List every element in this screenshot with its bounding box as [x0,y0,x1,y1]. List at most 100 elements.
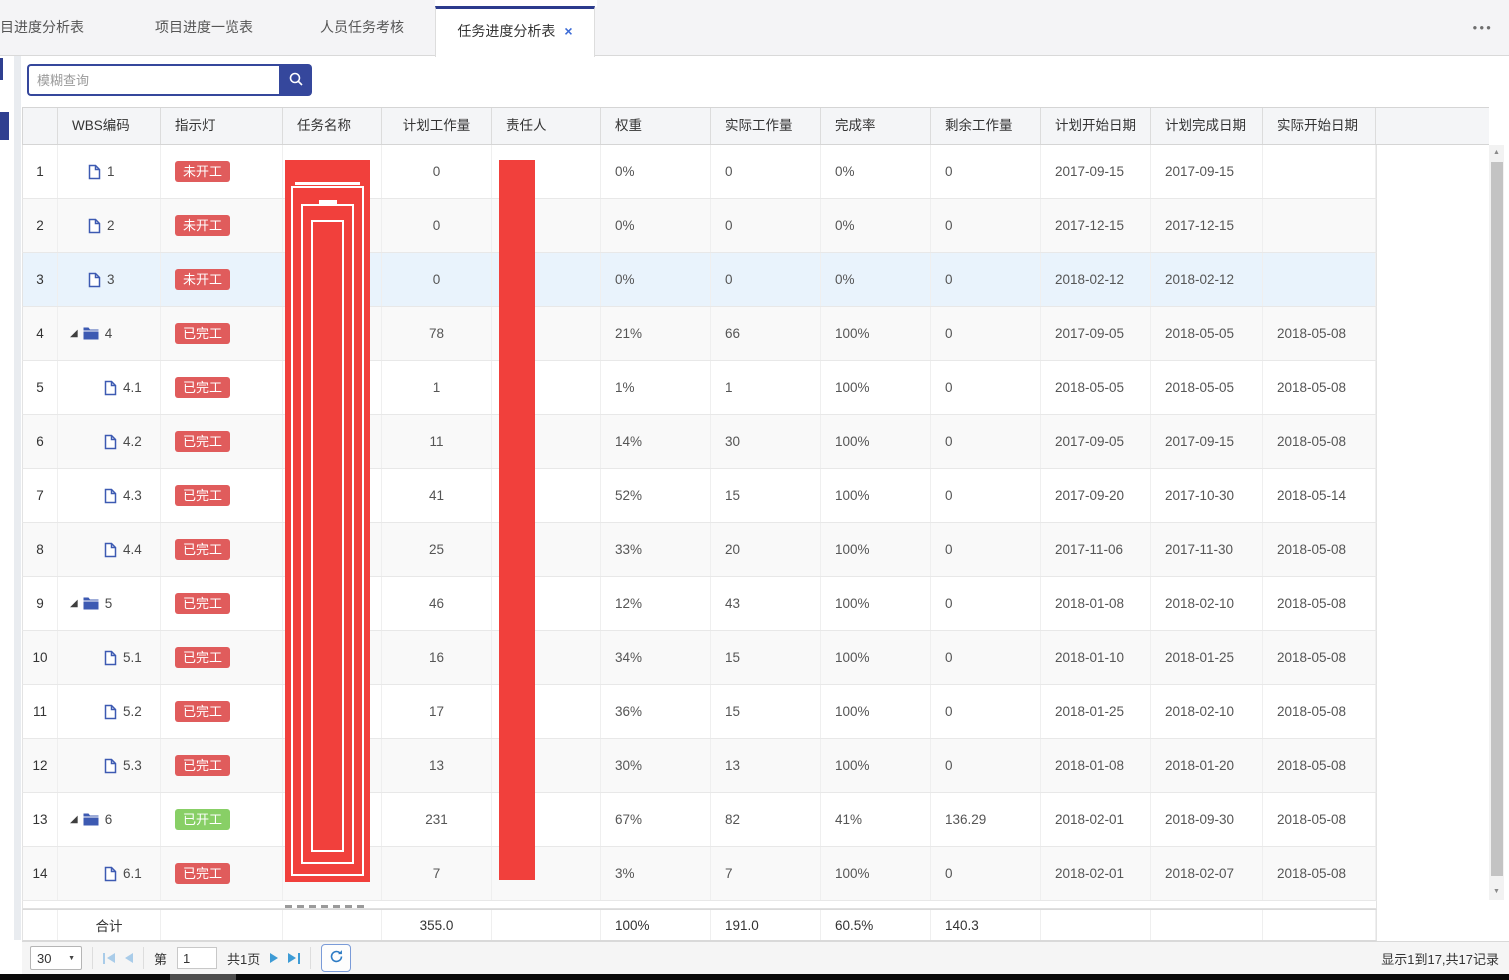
table-row[interactable]: 64.2已完工1114%30100%02017-09-052017-09-152… [22,415,1377,469]
cell-wbs-code: 4.1 [58,361,161,414]
table-body: 11未开工00%00%02017-09-152017-09-1522未开工00%… [22,145,1489,901]
page-number-input[interactable] [177,947,217,969]
cell-plan-end: 2018-01-25 [1151,631,1263,684]
page-size-select[interactable]: 30 ▼ [30,946,82,970]
column-header-计划工作量[interactable]: 计划工作量 [382,108,492,144]
table-row[interactable]: 74.3已完工4152%15100%02017-09-202017-10-302… [22,469,1377,523]
table-row[interactable]: 9◢5已完工4612%43100%02018-01-082018-02-1020… [22,577,1377,631]
document-icon [104,866,117,882]
table-row[interactable]: 125.3已完工1330%13100%02018-01-082018-01-20… [22,739,1377,793]
column-header-计划完成日期[interactable]: 计划完成日期 [1151,108,1263,144]
more-menu-icon[interactable]: ●●● [1473,0,1494,56]
document-icon [88,272,101,288]
next-page-button[interactable] [270,953,278,963]
total-cell: 140.3 [931,910,1041,940]
status-badge: 未开工 [175,161,230,183]
header-filler [1376,108,1489,144]
total-cell [161,910,283,940]
cell-weight: 52% [601,469,711,522]
table-row[interactable]: 146.1已完工73%7100%02018-02-012018-02-07201… [22,847,1377,901]
status-badge: 已完工 [175,323,230,345]
prev-page-button[interactable] [125,953,133,963]
cell-row-number: 13 [23,793,58,846]
column-header-完成率[interactable]: 完成率 [821,108,931,144]
total-cell [1263,910,1376,940]
cell-weight: 21% [601,307,711,360]
tree-collapse-icon[interactable]: ◢ [70,599,78,609]
cell-status: 已完工 [161,577,283,630]
cell-actual-workload: 15 [711,469,821,522]
cell-status: 已完工 [161,685,283,738]
search-input[interactable] [27,64,279,96]
cell-actual-start: 2018-05-08 [1263,577,1376,630]
cell-plan-end: 2017-12-15 [1151,199,1263,252]
cell-wbs-code: 1 [58,145,161,198]
chevron-down-icon: ▼ [68,955,75,962]
column-header-剩余工作量[interactable]: 剩余工作量 [931,108,1041,144]
cell-planned-workload: 231 [382,793,492,846]
table-row[interactable]: 4◢4已完工7821%66100%02017-09-052018-05-0520… [22,307,1377,361]
sidebar-clipped-icon [0,58,3,80]
table-row[interactable]: 11未开工00%00%02017-09-152017-09-15 [22,145,1377,199]
cell-actual-workload: 0 [711,253,821,306]
cell-completion-rate: 100% [821,361,931,414]
table-row[interactable]: 22未开工00%00%02017-12-152017-12-15 [22,199,1377,253]
cell-remaining-workload: 136.29 [931,793,1041,846]
cell-actual-start [1263,253,1376,306]
table-row[interactable]: 54.1已完工11%1100%02018-05-052018-05-052018… [22,361,1377,415]
cell-plan-start: 2018-01-08 [1041,739,1151,792]
tree-collapse-icon[interactable]: ◢ [70,329,78,339]
cell-weight: 34% [601,631,711,684]
cell-remaining-workload: 0 [931,361,1041,414]
cell-plan-end: 2017-09-15 [1151,145,1263,198]
cell-wbs-code: 6.1 [58,847,161,900]
cell-weight: 36% [601,685,711,738]
document-icon [88,218,101,234]
column-header-任务名称[interactable]: 任务名称 [283,108,382,144]
scrollbar-thumb[interactable] [1491,162,1503,876]
table-row[interactable]: 33未开工00%00%02018-02-122018-02-12 [22,253,1377,307]
cell-remaining-workload: 0 [931,523,1041,576]
cell-remaining-workload: 0 [931,631,1041,684]
document-icon [104,650,117,666]
cell-actual-workload: 15 [711,631,821,684]
column-header-实际开始日期[interactable]: 实际开始日期 [1263,108,1376,144]
last-page-button[interactable] [288,953,300,964]
tab-close-icon[interactable]: × [564,23,572,39]
wbs-code: 6 [105,812,113,827]
first-page-button[interactable] [103,953,115,964]
table-row[interactable]: 105.1已完工1634%15100%02018-01-102018-01-25… [22,631,1377,685]
cell-row-number: 9 [23,577,58,630]
column-header-实际工作量[interactable]: 实际工作量 [711,108,821,144]
total-cell: 191.0 [711,910,821,940]
refresh-button[interactable] [321,944,351,972]
column-header-计划开始日期[interactable]: 计划开始日期 [1041,108,1151,144]
cell-wbs-code: 4.4 [58,523,161,576]
cell-actual-start: 2018-05-08 [1263,307,1376,360]
search-button[interactable] [279,64,312,96]
total-cell: 合计 [58,910,161,940]
column-header-责任人[interactable]: 责任人 [492,108,601,144]
divider [143,947,144,969]
cell-weight: 12% [601,577,711,630]
column-header-指示灯[interactable]: 指示灯 [161,108,283,144]
cell-actual-start: 2018-05-08 [1263,847,1376,900]
column-header-权重[interactable]: 权重 [601,108,711,144]
scroll-up-icon[interactable]: ▲ [1489,146,1504,160]
column-header-index[interactable] [23,108,58,144]
tab-3[interactable]: 人员任务考核 [320,0,404,55]
tab-1[interactable]: 目进度分析表 [0,0,84,55]
scroll-down-icon[interactable]: ▼ [1489,885,1504,899]
redaction-overlay-owner [499,160,535,880]
column-header-WBS编码[interactable]: WBS编码 [58,108,161,144]
table-row[interactable]: 13◢6已开工23167%8241%136.292018-02-012018-0… [22,793,1377,847]
cell-row-number: 4 [23,307,58,360]
tab-2[interactable]: 项目进度一览表 [155,0,253,55]
cell-weight: 33% [601,523,711,576]
left-gutter-divider [14,56,21,940]
cell-actual-start: 2018-05-08 [1263,739,1376,792]
tab-4[interactable]: 任务进度分析表× [435,6,595,57]
table-row[interactable]: 115.2已完工1736%15100%02018-01-252018-02-10… [22,685,1377,739]
table-row[interactable]: 84.4已完工2533%20100%02017-11-062017-11-302… [22,523,1377,577]
tree-collapse-icon[interactable]: ◢ [70,815,78,825]
